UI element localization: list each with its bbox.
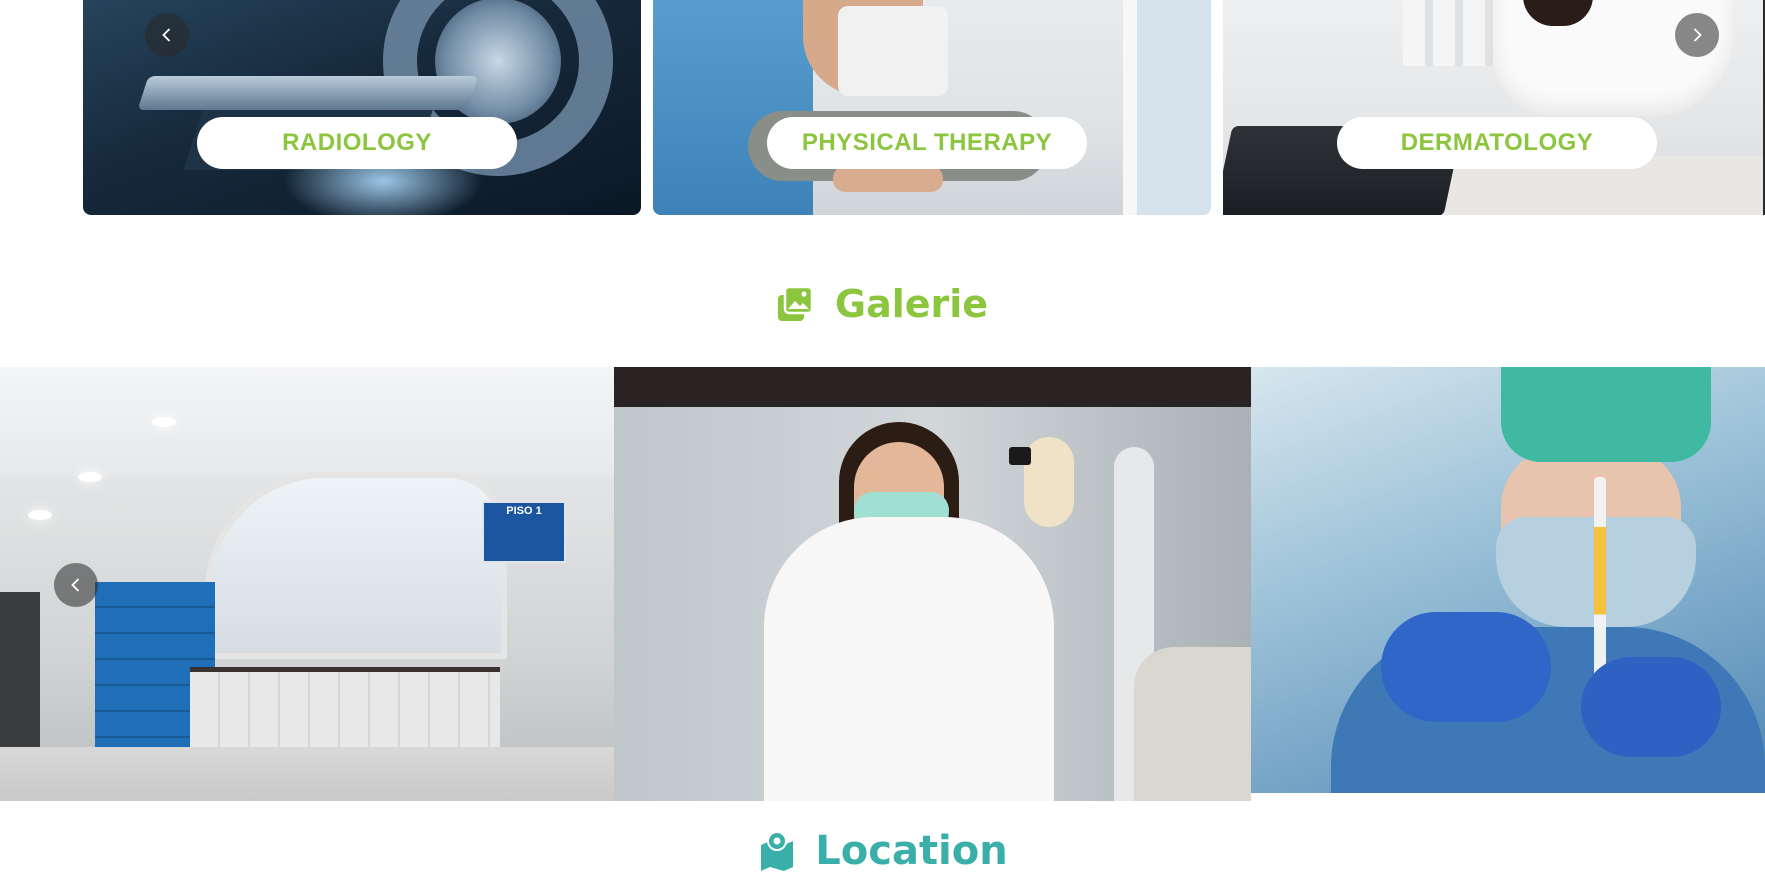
service-label[interactable]: RADIOLOGY [197, 117, 517, 169]
map-pin-icon [761, 831, 794, 871]
service-card-physical-therapy[interactable]: PHYSICAL THERAPY [653, 0, 1211, 215]
gallery-image-reception[interactable]: PISO 1 [0, 367, 614, 801]
gallery-heading: Galerie [0, 282, 1765, 326]
service-label[interactable]: DERMATOLOGY [1337, 117, 1657, 169]
location-title: Location [815, 828, 1008, 874]
services-carousel: RADIOLOGY PHYSICAL THERAPY DERMATOLOGY [0, 0, 1765, 215]
chevron-left-icon [162, 28, 171, 42]
image-icon [777, 286, 813, 321]
gallery-carousel: PISO 1 [0, 367, 1765, 801]
gallery-title: Galerie [834, 282, 989, 326]
service-label[interactable]: PHYSICAL THERAPY [767, 117, 1087, 169]
chevron-right-icon [1693, 28, 1702, 42]
chevron-left-icon [71, 578, 80, 592]
location-heading: Location [0, 828, 1765, 874]
services-next-button[interactable] [1675, 13, 1719, 57]
gallery-image-doctor[interactable] [1251, 367, 1765, 793]
gallery-image-lab-technician[interactable] [614, 367, 1251, 801]
gallery-prev-button[interactable] [54, 563, 98, 607]
services-prev-button[interactable] [145, 13, 189, 57]
floor-sign: PISO 1 [482, 501, 566, 563]
